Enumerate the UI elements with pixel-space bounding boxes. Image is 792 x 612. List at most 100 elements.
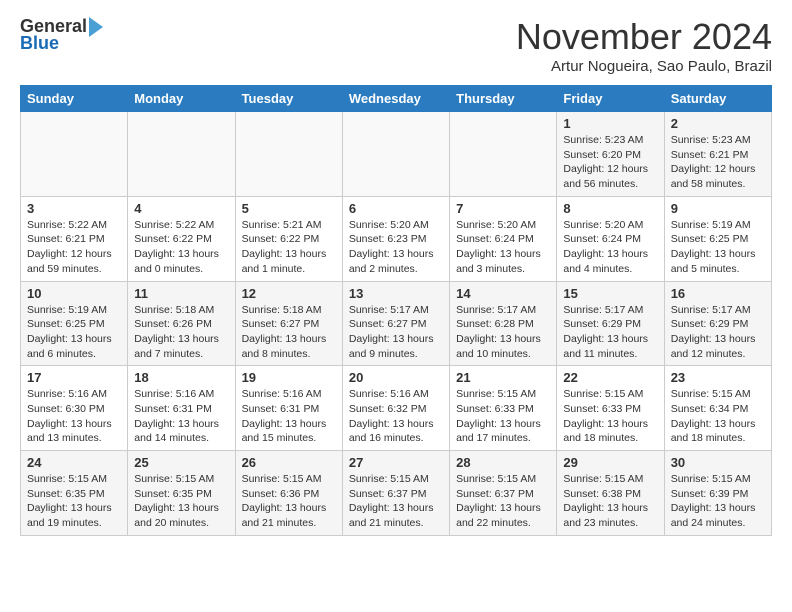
calendar-cell: 21 Sunrise: 5:15 AMSunset: 6:33 PMDayligh… (450, 366, 557, 451)
month-title: November 2024 (516, 16, 772, 58)
day-info: Sunrise: 5:23 AMSunset: 6:21 PMDaylight:… (671, 133, 765, 192)
day-number: 25 (134, 455, 228, 470)
calendar-cell: 24 Sunrise: 5:15 AMSunset: 6:35 PMDayligh… (21, 451, 128, 536)
calendar-cell: 8 Sunrise: 5:20 AMSunset: 6:24 PMDaylight… (557, 196, 664, 281)
day-info: Sunrise: 5:22 AMSunset: 6:21 PMDaylight:… (27, 218, 121, 277)
calendar-cell: 17 Sunrise: 5:16 AMSunset: 6:30 PMDayligh… (21, 366, 128, 451)
day-number: 23 (671, 370, 765, 385)
day-info: Sunrise: 5:20 AMSunset: 6:24 PMDaylight:… (456, 218, 550, 277)
day-number: 13 (349, 286, 443, 301)
day-info: Sunrise: 5:17 AMSunset: 6:27 PMDaylight:… (349, 303, 443, 362)
calendar-cell: 27 Sunrise: 5:15 AMSunset: 6:37 PMDayligh… (342, 451, 449, 536)
day-number: 20 (349, 370, 443, 385)
location-subtitle: Artur Nogueira, Sao Paulo, Brazil (516, 58, 772, 75)
day-number: 16 (671, 286, 765, 301)
day-info: Sunrise: 5:16 AMSunset: 6:31 PMDaylight:… (242, 387, 336, 446)
day-number: 21 (456, 370, 550, 385)
day-number: 8 (563, 201, 657, 216)
day-info: Sunrise: 5:18 AMSunset: 6:26 PMDaylight:… (134, 303, 228, 362)
day-info: Sunrise: 5:15 AMSunset: 6:33 PMDaylight:… (456, 387, 550, 446)
day-number: 28 (456, 455, 550, 470)
calendar-cell: 11Sunrise: 5:18 AMSunset: 6:26 PMDayligh… (128, 281, 235, 366)
calendar-cell (450, 112, 557, 197)
calendar-header-row: SundayMondayTuesdayWednesdayThursdayFrid… (21, 86, 772, 112)
day-info: Sunrise: 5:19 AMSunset: 6:25 PMDaylight:… (671, 218, 765, 277)
calendar-week-row: 17 Sunrise: 5:16 AMSunset: 6:30 PMDayligh… (21, 366, 772, 451)
day-number: 19 (242, 370, 336, 385)
day-number: 29 (563, 455, 657, 470)
day-info: Sunrise: 5:15 AMSunset: 6:36 PMDaylight:… (242, 472, 336, 531)
day-info: Sunrise: 5:15 AMSunset: 6:38 PMDaylight:… (563, 472, 657, 531)
day-number: 5 (242, 201, 336, 216)
calendar-cell (342, 112, 449, 197)
day-number: 30 (671, 455, 765, 470)
day-info: Sunrise: 5:15 AMSunset: 6:34 PMDaylight:… (671, 387, 765, 446)
col-header-friday: Friday (557, 86, 664, 112)
day-number: 17 (27, 370, 121, 385)
day-number: 18 (134, 370, 228, 385)
calendar-cell: 2 Sunrise: 5:23 AMSunset: 6:21 PMDaylight… (664, 112, 771, 197)
logo-arrow-icon (89, 17, 103, 37)
day-info: Sunrise: 5:15 AMSunset: 6:33 PMDaylight:… (563, 387, 657, 446)
calendar-cell (21, 112, 128, 197)
calendar-cell: 28 Sunrise: 5:15 AMSunset: 6:37 PMDayligh… (450, 451, 557, 536)
day-info: Sunrise: 5:17 AMSunset: 6:28 PMDaylight:… (456, 303, 550, 362)
day-number: 14 (456, 286, 550, 301)
day-info: Sunrise: 5:15 AMSunset: 6:35 PMDaylight:… (134, 472, 228, 531)
title-block: November 2024 Artur Nogueira, Sao Paulo,… (516, 16, 772, 75)
calendar-cell: 16 Sunrise: 5:17 AMSunset: 6:29 PMDayligh… (664, 281, 771, 366)
calendar-cell: 10Sunrise: 5:19 AMSunset: 6:25 PMDayligh… (21, 281, 128, 366)
calendar-cell: 3 Sunrise: 5:22 AMSunset: 6:21 PMDaylight… (21, 196, 128, 281)
logo-blue-text: Blue (20, 33, 59, 54)
calendar-week-row: 10Sunrise: 5:19 AMSunset: 6:25 PMDayligh… (21, 281, 772, 366)
calendar-cell: 14 Sunrise: 5:17 AMSunset: 6:28 PMDayligh… (450, 281, 557, 366)
day-info: Sunrise: 5:15 AMSunset: 6:35 PMDaylight:… (27, 472, 121, 531)
day-info: Sunrise: 5:22 AMSunset: 6:22 PMDaylight:… (134, 218, 228, 277)
day-number: 27 (349, 455, 443, 470)
day-info: Sunrise: 5:17 AMSunset: 6:29 PMDaylight:… (563, 303, 657, 362)
day-number: 6 (349, 201, 443, 216)
col-header-saturday: Saturday (664, 86, 771, 112)
calendar-cell: 6 Sunrise: 5:20 AMSunset: 6:23 PMDaylight… (342, 196, 449, 281)
day-number: 2 (671, 116, 765, 131)
col-header-wednesday: Wednesday (342, 86, 449, 112)
day-info: Sunrise: 5:15 AMSunset: 6:37 PMDaylight:… (349, 472, 443, 531)
day-info: Sunrise: 5:19 AMSunset: 6:25 PMDaylight:… (27, 303, 121, 362)
calendar-cell (235, 112, 342, 197)
day-number: 15 (563, 286, 657, 301)
calendar-cell: 12 Sunrise: 5:18 AMSunset: 6:27 PMDayligh… (235, 281, 342, 366)
calendar-table: SundayMondayTuesdayWednesdayThursdayFrid… (20, 85, 772, 536)
day-info: Sunrise: 5:16 AMSunset: 6:32 PMDaylight:… (349, 387, 443, 446)
day-number: 26 (242, 455, 336, 470)
day-info: Sunrise: 5:18 AMSunset: 6:27 PMDaylight:… (242, 303, 336, 362)
calendar-cell: 22 Sunrise: 5:15 AMSunset: 6:33 PMDayligh… (557, 366, 664, 451)
calendar-cell: 26 Sunrise: 5:15 AMSunset: 6:36 PMDayligh… (235, 451, 342, 536)
day-info: Sunrise: 5:21 AMSunset: 6:22 PMDaylight:… (242, 218, 336, 277)
calendar-cell: 15 Sunrise: 5:17 AMSunset: 6:29 PMDayligh… (557, 281, 664, 366)
day-number: 3 (27, 201, 121, 216)
calendar-week-row: 3 Sunrise: 5:22 AMSunset: 6:21 PMDaylight… (21, 196, 772, 281)
day-number: 24 (27, 455, 121, 470)
day-info: Sunrise: 5:17 AMSunset: 6:29 PMDaylight:… (671, 303, 765, 362)
calendar-cell: 5 Sunrise: 5:21 AMSunset: 6:22 PMDaylight… (235, 196, 342, 281)
day-number: 22 (563, 370, 657, 385)
day-number: 7 (456, 201, 550, 216)
calendar-cell: 20 Sunrise: 5:16 AMSunset: 6:32 PMDayligh… (342, 366, 449, 451)
calendar-cell: 23 Sunrise: 5:15 AMSunset: 6:34 PMDayligh… (664, 366, 771, 451)
day-info: Sunrise: 5:20 AMSunset: 6:24 PMDaylight:… (563, 218, 657, 277)
day-info: Sunrise: 5:20 AMSunset: 6:23 PMDaylight:… (349, 218, 443, 277)
page-header: General Blue November 2024 Artur Nogueir… (20, 16, 772, 75)
calendar-cell: 4Sunrise: 5:22 AMSunset: 6:22 PMDaylight… (128, 196, 235, 281)
col-header-sunday: Sunday (21, 86, 128, 112)
calendar-cell: 18Sunrise: 5:16 AMSunset: 6:31 PMDayligh… (128, 366, 235, 451)
calendar-cell (128, 112, 235, 197)
day-number: 9 (671, 201, 765, 216)
day-number: 12 (242, 286, 336, 301)
day-info: Sunrise: 5:16 AMSunset: 6:30 PMDaylight:… (27, 387, 121, 446)
col-header-thursday: Thursday (450, 86, 557, 112)
day-info: Sunrise: 5:15 AMSunset: 6:37 PMDaylight:… (456, 472, 550, 531)
calendar-cell: 19 Sunrise: 5:16 AMSunset: 6:31 PMDayligh… (235, 366, 342, 451)
col-header-tuesday: Tuesday (235, 86, 342, 112)
calendar-cell: 1Sunrise: 5:23 AMSunset: 6:20 PMDaylight… (557, 112, 664, 197)
logo: General Blue (20, 16, 103, 54)
